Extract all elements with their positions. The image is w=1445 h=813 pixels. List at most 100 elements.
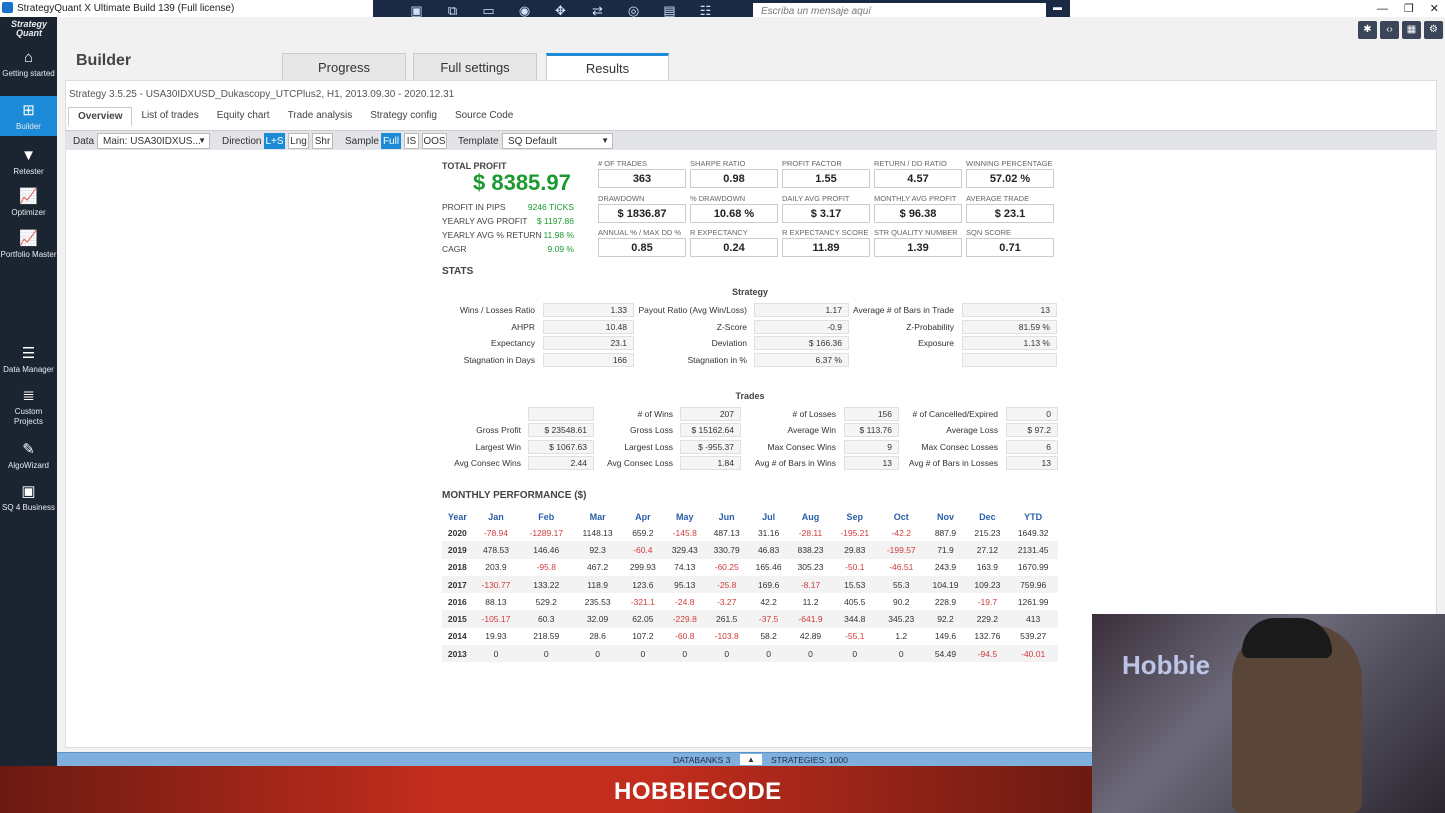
direction-short[interactable]: Shr	[312, 133, 333, 149]
month-value-cell: 1670.99	[1017, 562, 1049, 573]
month-value-cell: -40.01	[1008, 645, 1058, 663]
trades-group-title: Trades	[735, 391, 765, 401]
settings-icon[interactable]: ☷	[698, 4, 713, 18]
bug-icon[interactable]: ✱	[1358, 21, 1377, 39]
sample-full[interactable]: Full	[381, 133, 401, 149]
subtab-source-code[interactable]: Source Code	[446, 107, 522, 126]
close-button[interactable]: ✕	[1430, 2, 1439, 15]
trade-stat-label: # of Losses	[792, 409, 836, 419]
kpi-value: 9.09 %	[547, 244, 574, 254]
month-value-cell: 1261.99	[1017, 596, 1049, 607]
data-select[interactable]: Main: USA30IDXUS... ▼	[97, 133, 210, 149]
metric-box: R EXPECTANCY 0.24	[690, 228, 778, 257]
month-value-cell: 330.79	[705, 541, 748, 559]
sidebar-item-builder[interactable]: ⊞ Builder	[0, 96, 57, 136]
wand-icon: ✎	[22, 441, 35, 458]
sidebar-item-retester[interactable]: ▼ Retester	[0, 147, 57, 179]
stat-label: Wins / Losses Ratio	[459, 305, 535, 315]
month-value-cell: 218.59	[533, 631, 560, 642]
month-value-cell: 405.5	[844, 596, 866, 607]
metric-box: DAILY AVG PROFIT $ 3.17	[782, 194, 870, 223]
collapse-icon[interactable]: ▬	[1053, 2, 1062, 12]
metric-box: ANNUAL % / MAX DD % 0.85	[598, 228, 686, 257]
metric-value: 0.71	[966, 238, 1054, 257]
month-value-cell: 169.6	[747, 575, 790, 594]
month-value-cell: 2131.45	[1008, 541, 1058, 559]
subtab-overview[interactable]: Overview	[68, 107, 133, 126]
sidebar-item-data-manager[interactable]: ☰ Data Manager	[0, 345, 57, 377]
metric-box: MONTHLY AVG PROFIT $ 96.38	[874, 194, 962, 223]
minimize-button[interactable]: —	[1377, 3, 1388, 15]
year-cell: 2019	[442, 541, 473, 559]
template-select[interactable]: SQ Default ▼	[502, 133, 613, 149]
direction-ls[interactable]: L+S	[264, 133, 285, 149]
tab-full-settings[interactable]: Full settings	[413, 53, 537, 80]
month-value-cell: 15.53	[831, 575, 878, 594]
metric-label: R EXPECTANCY SCORE	[782, 228, 869, 237]
grid-icon[interactable]: ▦	[1402, 21, 1421, 39]
database-icon: ☰	[21, 345, 36, 362]
chevron-up-icon[interactable]: ▲	[740, 754, 762, 765]
subtab-trade-analysis[interactable]: Trade analysis	[279, 107, 362, 126]
month-value-cell: 0	[621, 645, 664, 663]
sidebar-item-optimizer[interactable]: 📈 Optimizer	[0, 188, 57, 222]
month-value-cell: 529.2	[535, 596, 557, 607]
subtab-list-of-trades[interactable]: List of trades	[132, 107, 207, 126]
month-value-cell: 118.9	[573, 575, 622, 594]
restore-button[interactable]: ❐	[1404, 2, 1414, 15]
sample-is[interactable]: IS	[404, 133, 419, 149]
trade-stat-value: 6	[1006, 440, 1058, 454]
month-value-cell: -641.9	[789, 610, 832, 628]
direction-long[interactable]: Lng	[288, 133, 309, 149]
trade-stat-label: Average Loss	[946, 425, 998, 435]
month-value-cell: -145.8	[672, 527, 697, 538]
metric-label: SQN SCORE	[966, 228, 1012, 237]
month-value-cell: -103.8	[714, 631, 739, 642]
clipboard-icon[interactable]: ▤	[662, 4, 677, 18]
eye-icon[interactable]: ◉	[517, 4, 532, 18]
record-icon[interactable]: ◎	[626, 4, 641, 18]
screens-icon[interactable]: ⧉	[445, 4, 460, 18]
tab-results[interactable]: Results	[546, 53, 669, 80]
month-value-cell: -195.21	[840, 527, 870, 538]
file-transfer-icon[interactable]: ⇄	[590, 4, 605, 18]
chevron-down-icon: ▼	[198, 136, 206, 145]
strategies-count: STRATEGIES: 1000	[771, 755, 848, 765]
sidebar-item-portfolio-master[interactable]: 📈 Portfolio Master	[0, 230, 57, 276]
monitor-icon[interactable]: ▣	[409, 4, 424, 18]
month-value-cell: 27.12	[966, 541, 1009, 559]
subtab-equity-chart[interactable]: Equity chart	[208, 107, 279, 126]
month-value-cell: 838.23	[789, 541, 832, 559]
month-value-cell: 0	[789, 645, 832, 663]
direction-label: Direction	[222, 136, 262, 147]
sidebar-item-custom-projects[interactable]: ≣ Custom Projects	[0, 387, 57, 431]
month-value-cell: 229.2	[966, 610, 1009, 628]
month-value-cell: -199.57	[878, 541, 925, 559]
trade-stat-value: 0	[1006, 407, 1058, 421]
kpi-value: 9246 TICKS	[527, 202, 574, 212]
month-value-cell: 203.9	[485, 562, 507, 573]
fullscreen-icon[interactable]: ✥	[553, 4, 568, 18]
metric-value: $ 3.17	[782, 204, 870, 223]
tab-progress[interactable]: Progress	[282, 53, 406, 80]
sidebar-item-sq4-business[interactable]: ▣ SQ 4 Business	[0, 483, 57, 515]
month-value-cell: -37.5	[747, 610, 790, 628]
subtab-strategy-config[interactable]: Strategy config	[361, 107, 446, 126]
month-value-cell: 215.23	[974, 527, 1001, 538]
metric-value: 0.85	[598, 238, 686, 257]
column-header: Nov	[936, 512, 954, 522]
sample-oos[interactable]: OOS	[422, 133, 447, 149]
sidebar-item-getting-started[interactable]: ⌂ Getting started	[0, 49, 57, 91]
month-value-cell: 55.3	[878, 575, 925, 594]
sidebar-item-algowizard[interactable]: ✎ AlgoWizard	[0, 441, 57, 473]
trade-stat-label: Max Consec Losses	[921, 442, 998, 452]
month-value-cell: 539.27	[1020, 631, 1047, 642]
code-icon[interactable]: ‹›	[1380, 21, 1399, 39]
month-value-cell: 299.93	[629, 562, 656, 573]
chart-icon: 📈	[19, 188, 38, 205]
gear-icon[interactable]: ⚙	[1424, 21, 1443, 39]
sidebar: Strategy Quant ⌂ Getting started ⊞ Builder…	[0, 17, 57, 813]
filter-icon: ▼	[21, 147, 36, 164]
display-icon[interactable]: ▭	[481, 4, 496, 18]
month-value-cell: 0	[573, 645, 622, 663]
